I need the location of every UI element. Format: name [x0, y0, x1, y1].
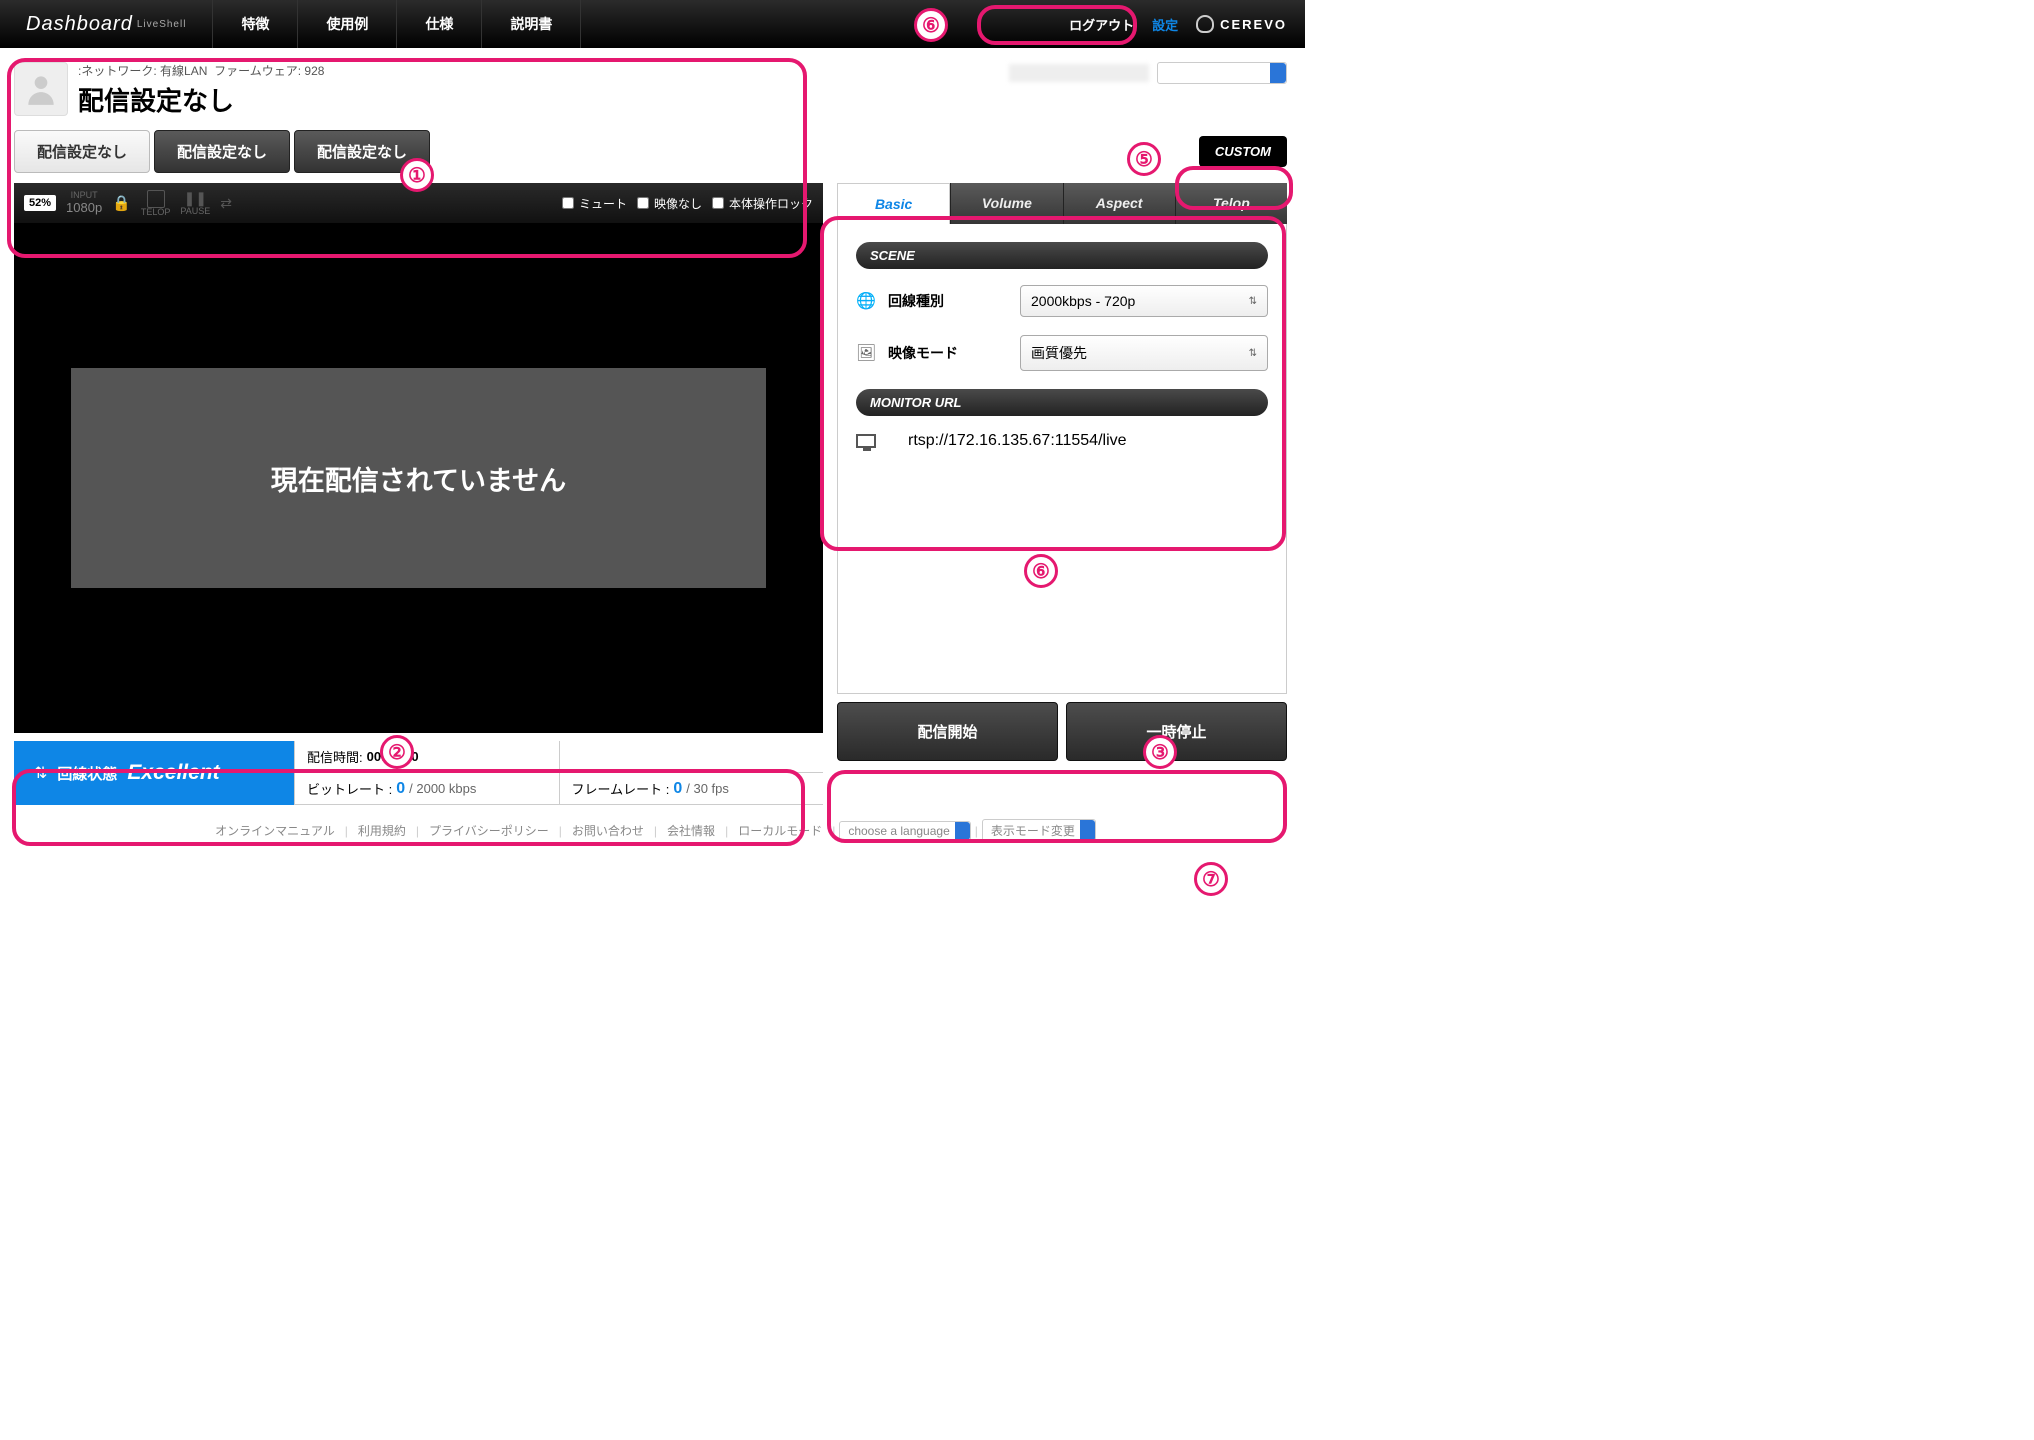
- annotation-ring-3: [827, 770, 1287, 843]
- custom-button[interactable]: CUSTOM: [1199, 136, 1287, 167]
- annotation-2: ②: [380, 735, 414, 769]
- annotation-6b: ⑥: [1024, 554, 1058, 588]
- brand-logo[interactable]: Dashboard LiveShell: [0, 0, 213, 48]
- annotation-6: ⑥: [914, 8, 948, 42]
- account-dropdown[interactable]: [1157, 62, 1287, 84]
- brand-text: Dashboard: [26, 13, 133, 36]
- annotation-1: ①: [400, 158, 434, 192]
- settings-link[interactable]: 設定: [1152, 15, 1178, 34]
- start-stream-button[interactable]: 配信開始: [837, 702, 1058, 761]
- nav-specs[interactable]: 仕様: [397, 0, 482, 48]
- annotation-ring-6b: [820, 216, 1286, 551]
- cerevo-text: CEREVO: [1220, 17, 1287, 32]
- nav-usecases[interactable]: 使用例: [298, 0, 397, 48]
- nav-features[interactable]: 特徴: [213, 0, 298, 48]
- account-name-blur: [1009, 64, 1149, 82]
- annotation-7: ⑦: [1194, 862, 1228, 896]
- brand-subtext: LiveShell: [137, 19, 187, 30]
- preview-area: 現在配信されていません: [14, 223, 823, 733]
- stream-time: 配信時間: 00:00:00: [294, 741, 559, 772]
- cerevo-icon: [1196, 15, 1214, 33]
- annotation-ring-2: [12, 769, 805, 846]
- annotation-ring-6: [977, 5, 1137, 45]
- cerevo-logo[interactable]: CEREVO: [1196, 15, 1287, 33]
- annotation-3: ③: [1143, 735, 1177, 769]
- preview-message: 現在配信されていません: [71, 368, 767, 588]
- annotation-ring-1: [7, 58, 807, 258]
- annotation-ring-5: [1175, 166, 1293, 210]
- annotation-5: ⑤: [1127, 142, 1161, 176]
- nav-manual[interactable]: 説明書: [482, 0, 581, 48]
